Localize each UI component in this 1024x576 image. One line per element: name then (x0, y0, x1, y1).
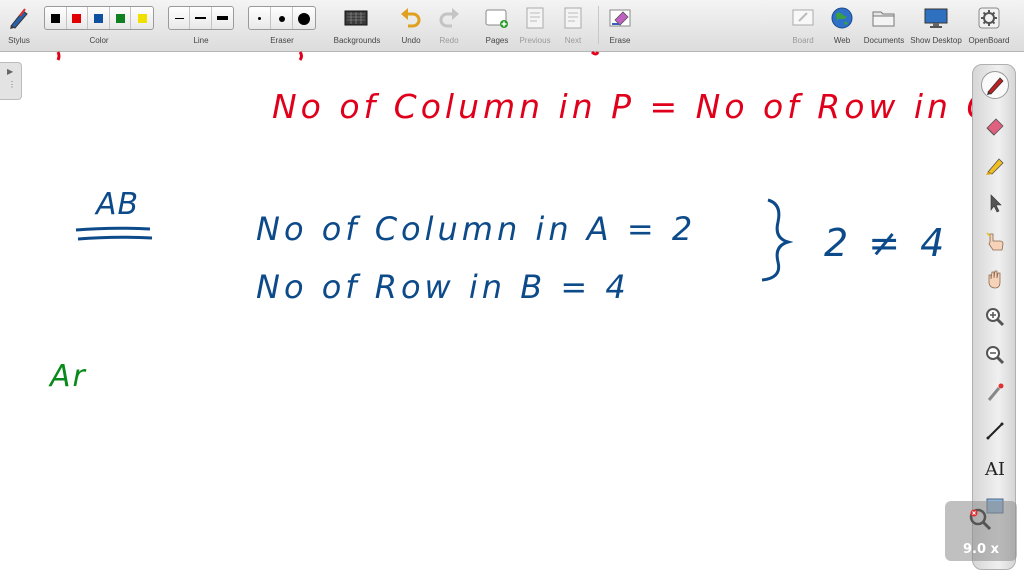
ink-underline (75, 226, 151, 232)
ink-fragment (590, 50, 600, 56)
ink-line-ar: Ar (48, 359, 87, 394)
ink-fragment (298, 51, 303, 61)
zoom-in-tool-button[interactable] (981, 303, 1009, 331)
laser-pointer-tool-button[interactable] (981, 379, 1009, 407)
ink-heading-ab: AB (94, 187, 139, 222)
line-icon (986, 422, 1004, 440)
hand-tool-button[interactable] (981, 265, 1009, 293)
interact-tool-button[interactable] (981, 227, 1009, 255)
zoom-out-tool-button[interactable] (981, 341, 1009, 369)
expand-arrow-icon: ▶ (7, 67, 14, 76)
zoom-magnifier-icon (969, 508, 992, 531)
text-tool-button[interactable]: AI (981, 455, 1009, 483)
arrow-cursor-icon (990, 194, 1002, 213)
ink-underline (77, 235, 153, 241)
pages-panel-toggle[interactable]: ▶ ⋮ (0, 62, 22, 100)
grip-dots-icon: ⋮ (8, 80, 16, 89)
stylus-palette: AI (972, 64, 1016, 570)
zoom-in-icon (986, 308, 1005, 327)
ink-line-columns-a: No of Column in A = 2 (256, 210, 696, 248)
ink-not-equal-result: 2 ≠ 4 (824, 221, 948, 265)
selector-tool-button[interactable] (981, 189, 1009, 217)
pen-tool-button[interactable] (981, 71, 1009, 99)
line-tool-button[interactable] (981, 417, 1009, 445)
eraser-tool-button[interactable] (981, 111, 1009, 139)
zoom-level-text: 9.0 x (963, 542, 999, 557)
zoom-indicator: 9.0 x (945, 501, 1017, 561)
ink-curly-brace (761, 198, 794, 282)
pointing-hand-icon (986, 232, 1004, 251)
ink-line-rows-b: No of Row in B = 4 (256, 268, 630, 306)
handwriting-layer: No of Column in P = No of Row in Q AB No… (48, 50, 996, 394)
marker-tool-button[interactable] (981, 151, 1009, 179)
zoom-out-icon (986, 346, 1005, 365)
ink-line-column-p-row-q: No of Column in P = No of Row in Q (272, 87, 996, 126)
marker-icon (986, 158, 1004, 175)
laser-pointer-icon (987, 383, 1004, 401)
pen-icon (987, 77, 1004, 95)
text-icon: AI (984, 458, 1006, 480)
eraser-icon (986, 118, 1004, 136)
hand-icon (988, 270, 1001, 289)
ink-fragment (56, 51, 61, 61)
